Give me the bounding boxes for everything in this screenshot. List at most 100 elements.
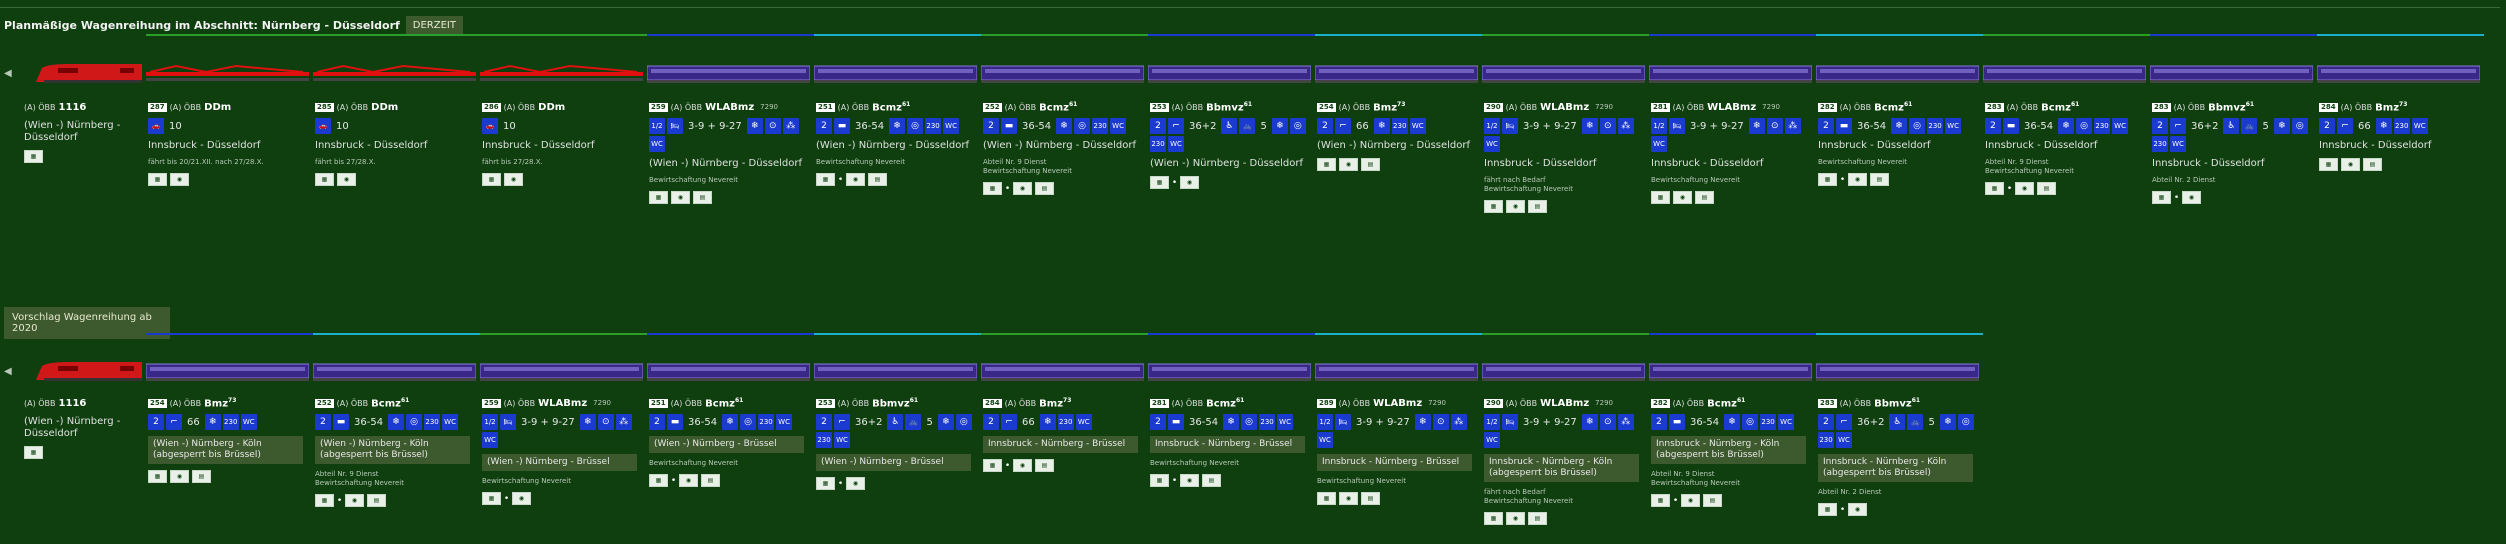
plan-icon[interactable]: ▦	[1818, 173, 1837, 186]
plan-icon[interactable]: ◉	[846, 477, 865, 490]
plan-icon[interactable]: ▤	[367, 494, 386, 507]
wagon-image[interactable]	[813, 64, 978, 84]
wagon-image[interactable]	[1314, 362, 1479, 382]
wagon-column[interactable]: 252 (A) ÖBB Bcmz61 2 ▬ 36-54 ❄ ◎ 230 WC (Wien -) N…	[315, 396, 475, 507]
wagon-image[interactable]	[646, 64, 811, 84]
plan-icon[interactable]: ◉	[1681, 494, 1700, 507]
plan-icon[interactable]: ◉	[1848, 173, 1867, 186]
plan-icon[interactable]: ◉	[2341, 158, 2360, 171]
wagon-image[interactable]	[145, 362, 310, 382]
wagon-column[interactable]: 285 (A) ÖBB DDm 🚗 10 Innsbruck - Düsseldorf fä…	[315, 100, 475, 186]
wagon-column[interactable]: 290 (A) ÖBB WLABmz 7290 1/2 🛏 3-9 + 9-27 ❄ ⊙ ⁂ WC I…	[1484, 396, 1644, 525]
wagon-image[interactable]	[813, 362, 978, 382]
plan-icon[interactable]: ▦	[649, 474, 668, 487]
plan-icon[interactable]: ▦	[1818, 503, 1837, 516]
plan-icon[interactable]: ▦	[1317, 158, 1336, 171]
plan-icon[interactable]: ◉	[2015, 182, 2034, 195]
plan-icon[interactable]: ◉	[846, 173, 865, 186]
plan-icon[interactable]: ◉	[1673, 191, 1692, 204]
wagon-image[interactable]	[1147, 64, 1312, 84]
wagon-column[interactable]: 282 (A) ÖBB Bcmz61 2 ▬ 36-54 ❄ ◎ 230 WC Innsbruck …	[1651, 396, 1811, 507]
plan-icon[interactable]: ◉	[512, 492, 531, 505]
plan-icon[interactable]: ▦	[649, 191, 668, 204]
plan-icon[interactable]: ▦	[148, 470, 167, 483]
plan-icon[interactable]: ◉	[1339, 158, 1358, 171]
wagon-image[interactable]	[146, 64, 309, 84]
wagon-column[interactable]: 251 (A) ÖBB Bcmz61 2 ▬ 36-54 ❄ ◎ 230 WC (Wien -) N…	[649, 396, 809, 487]
plan-icon[interactable]: ◉	[671, 191, 690, 204]
wagon-column[interactable]: 286 (A) ÖBB DDm 🚗 10 Innsbruck - Düsseldorf fä…	[482, 100, 642, 186]
wagon-column[interactable]: 253 (A) ÖBB Bbmvz61 2 ⌐ 36+2 ♿ 🚲 5 ❄ ◎ 230 WC (Wien -…	[1150, 100, 1310, 189]
plan-icon[interactable]: ▤	[2363, 158, 2382, 171]
wagon-image[interactable]	[479, 362, 644, 382]
wagon-image[interactable]	[980, 362, 1145, 382]
wagon-column[interactable]: 290 (A) ÖBB WLABmz 7290 1/2 🛏 3-9 + 9-27 ❄ ⊙ ⁂ WC I…	[1484, 100, 1644, 213]
plan-icon[interactable]: ▦	[1150, 176, 1169, 189]
plan-icon[interactable]: ◉	[1013, 182, 1032, 195]
derzeit-tag[interactable]: DERZEIT	[405, 15, 463, 35]
plan-icon[interactable]: ▦	[1651, 191, 1670, 204]
plan-icon[interactable]: ▦	[315, 173, 334, 186]
plan-icon[interactable]: ▤	[1035, 459, 1054, 472]
plan-icon[interactable]: ◉	[337, 173, 356, 186]
plan-icon[interactable]: ▦	[816, 477, 835, 490]
plan-icon[interactable]: ▦	[1484, 512, 1503, 525]
plan-icon[interactable]: ▤	[1361, 158, 1380, 171]
wagon-image[interactable]	[312, 362, 477, 382]
plan-icon[interactable]: ◉	[1848, 503, 1867, 516]
plan-icon[interactable]: ▤	[1202, 474, 1221, 487]
plan-icon[interactable]: ▦	[482, 173, 501, 186]
wagon-image[interactable]	[2316, 64, 2481, 84]
plan-icon[interactable]: ▤	[1703, 494, 1722, 507]
wagon-column[interactable]: 281 (A) ÖBB Bcmz61 2 ▬ 36-54 ❄ ◎ 230 WC Innsbruck …	[1150, 396, 1310, 487]
wagon-column[interactable]: 284 (A) ÖBB Bmz73 2 ⌐ 66 ❄ 230 WC Innsbruck - Nür…	[983, 396, 1143, 472]
plan-icon[interactable]: ◉	[170, 173, 189, 186]
wagon-column[interactable]: 252 (A) ÖBB Bcmz61 2 ▬ 36-54 ❄ ◎ 230 WC (Wien -) N…	[983, 100, 1143, 195]
wagon-column[interactable]: 283 (A) ÖBB Bbmvz61 2 ⌐ 36+2 ♿ 🚲 5 ❄ ◎ 230 WC Innsbru…	[2152, 100, 2312, 204]
wagon-column[interactable]: 259 (A) ÖBB WLABmz 7290 1/2 🛏 3-9 + 9-27 ❄ ⊙ ⁂ WC (…	[649, 100, 809, 204]
plan-icon[interactable]: ▤	[1528, 200, 1547, 213]
wagon-image[interactable]	[1481, 362, 1646, 382]
wagon-column[interactable]: 282 (A) ÖBB Bcmz61 2 ▬ 36-54 ❄ ◎ 230 WC Innsbruck …	[1818, 100, 1978, 186]
plan-icon[interactable]: ▤	[2037, 182, 2056, 195]
loco-plan-icon[interactable]: ▦	[24, 446, 43, 459]
wagon-image[interactable]	[980, 64, 1145, 84]
wagon-image[interactable]	[2149, 64, 2314, 84]
plan-icon[interactable]: ▦	[983, 182, 1002, 195]
plan-icon[interactable]: ▤	[1870, 173, 1889, 186]
plan-icon[interactable]: ◉	[1180, 474, 1199, 487]
plan-icon[interactable]: ▦	[2152, 191, 2171, 204]
plan-icon[interactable]: ◉	[345, 494, 364, 507]
wagon-column[interactable]: 289 (A) ÖBB WLABmz 7290 1/2 🛏 3-9 + 9-27 ❄ ⊙ ⁂ WC I…	[1317, 396, 1477, 505]
wagon-image[interactable]	[1147, 362, 1312, 382]
wagon-image[interactable]	[1648, 362, 1813, 382]
wagon-column[interactable]: 254 (A) ÖBB Bmz73 2 ⌐ 66 ❄ 230 WC (Wien -) Nürnbe…	[148, 396, 308, 483]
plan-icon[interactable]: ▦	[315, 494, 334, 507]
wagon-column[interactable]: 287 (A) ÖBB DDm 🚗 10 Innsbruck - Düsseldorf fä…	[148, 100, 308, 186]
wagon-image[interactable]	[646, 362, 811, 382]
plan-icon[interactable]: ◉	[1506, 512, 1525, 525]
plan-icon[interactable]: ◉	[504, 173, 523, 186]
plan-icon[interactable]: ▦	[816, 173, 835, 186]
wagon-image[interactable]	[1481, 64, 1646, 84]
plan-icon[interactable]: ◉	[679, 474, 698, 487]
plan-icon[interactable]: ▤	[192, 470, 211, 483]
plan-icon[interactable]: ▦	[1651, 494, 1670, 507]
plan-icon[interactable]: ▦	[1317, 492, 1336, 505]
plan-icon[interactable]: ▤	[1361, 492, 1380, 505]
wagon-image[interactable]	[1314, 64, 1479, 84]
plan-icon[interactable]: ▦	[1484, 200, 1503, 213]
wagon-image[interactable]	[1815, 64, 1980, 84]
plan-icon[interactable]: ▤	[693, 191, 712, 204]
plan-icon[interactable]: ◉	[1013, 459, 1032, 472]
wagon-column[interactable]: 254 (A) ÖBB Bmz73 2 ⌐ 66 ❄ 230 WC (Wien -) Nürnbe…	[1317, 100, 1477, 171]
wagon-image[interactable]	[480, 64, 643, 84]
plan-icon[interactable]: ▦	[983, 459, 1002, 472]
plan-icon[interactable]: ▦	[1150, 474, 1169, 487]
wagon-column[interactable]: 284 (A) ÖBB Bmz73 2 ⌐ 66 ❄ 230 WC Innsbruck - Düs…	[2319, 100, 2479, 171]
wagon-image[interactable]	[313, 64, 476, 84]
plan-icon[interactable]: ▦	[1985, 182, 2004, 195]
wagon-column[interactable]: 283 (A) ÖBB Bcmz61 2 ▬ 36-54 ❄ ◎ 230 WC Innsbruck …	[1985, 100, 2145, 195]
plan-icon[interactable]: ◉	[170, 470, 189, 483]
wagon-image[interactable]	[1815, 362, 1980, 382]
